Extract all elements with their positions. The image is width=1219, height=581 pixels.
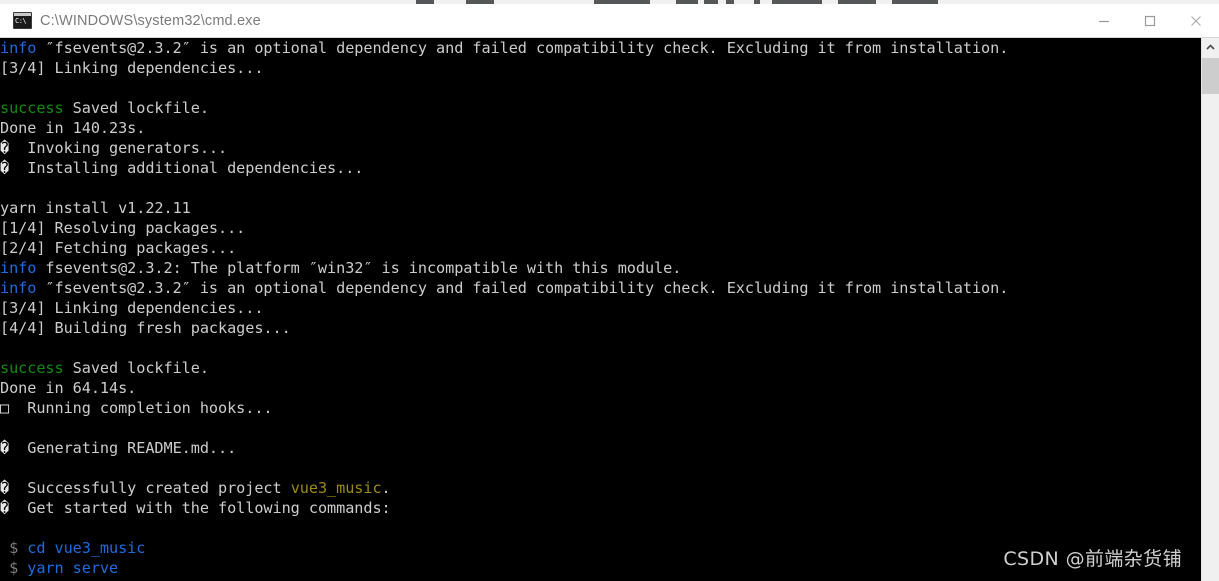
console-text-segment: Running completion hooks... <box>9 399 273 417</box>
csdn-watermark: CSDN @前端杂货铺 <box>1003 548 1182 570</box>
minimize-button[interactable] <box>1081 5 1127 37</box>
vertical-scrollbar[interactable] <box>1201 38 1219 581</box>
console-text-segment: Invoking generators... <box>9 139 228 157</box>
scrollbar-thumb[interactable] <box>1202 58 1219 94</box>
console-text-segment: [4/4] Building fresh packages... <box>0 319 291 337</box>
console-text-segment: $ <box>0 559 28 577</box>
console-text-segment: [1/4] Resolving packages... <box>0 219 246 237</box>
console-lines: info ″fsevents@2.3.2″ is an optional dep… <box>0 38 1008 578</box>
console-text-segment: Installing additional dependencies... <box>9 159 364 177</box>
console-line: � Successfully created project vue3_musi… <box>0 478 1008 498</box>
scroll-up-button[interactable] <box>1202 38 1219 56</box>
console-text-segment: info <box>0 39 37 57</box>
maximize-button[interactable] <box>1127 5 1173 37</box>
console-text-segment: success <box>0 99 64 117</box>
console-text-segment: Saved lockfile. <box>63 359 209 377</box>
console-text-segment: Saved lockfile. <box>63 99 209 117</box>
console-text-segment: � <box>0 439 10 457</box>
console-text-segment: success <box>0 359 64 377</box>
title-bar[interactable]: C:\ C:\WINDOWS\system32\cmd.exe <box>0 4 1219 38</box>
console-text-segment: Done in 64.14s. <box>0 379 137 397</box>
console-line: info ″fsevents@2.3.2″ is an optional dep… <box>0 38 1008 58</box>
console-text-segment: fsevents@2.3.2: The platform ″win32″ is … <box>36 259 682 277</box>
console-text-segment: � <box>0 139 10 157</box>
console-text-segment: ″fsevents@2.3.2″ is an optional dependen… <box>36 39 1009 57</box>
console-text-segment: vue3_music <box>290 479 382 497</box>
console-text-segment: yarn install v1.22.11 <box>0 199 191 217</box>
console-line: $ cd vue3_music <box>0 538 1008 558</box>
console-line: [4/4] Building fresh packages... <box>0 318 1008 338</box>
console-line: [3/4] Linking dependencies... <box>0 58 1008 78</box>
console-text-segment: □ <box>0 399 10 417</box>
console-text-segment: Successfully created project <box>9 479 291 497</box>
console-text-segment: ″fsevents@2.3.2″ is an optional dependen… <box>36 279 1009 297</box>
console-text-segment: � <box>0 499 10 517</box>
console-line: � Generating README.md... <box>0 438 1008 458</box>
console-line: [3/4] Linking dependencies... <box>0 298 1008 318</box>
maximize-icon <box>1144 15 1156 27</box>
console-line: $ yarn serve <box>0 558 1008 578</box>
console-line: � Installing additional dependencies... <box>0 158 1008 178</box>
console-text-segment: [3/4] Linking dependencies... <box>0 299 264 317</box>
console-text-segment: cd vue3_music <box>27 539 146 557</box>
console-text-segment: info <box>0 259 37 277</box>
console-text-segment: yarn serve <box>27 559 119 577</box>
close-button[interactable] <box>1173 5 1219 37</box>
chevron-up-icon <box>1206 38 1215 56</box>
console-text-segment: � <box>0 479 10 497</box>
console-text-segment: Generating README.md... <box>9 439 237 457</box>
console-text-segment: [3/4] Linking dependencies... <box>0 59 264 77</box>
console-line: info fsevents@2.3.2: The platform ″win32… <box>0 258 1008 278</box>
console-output-area[interactable]: info ″fsevents@2.3.2″ is an optional dep… <box>0 38 1202 581</box>
console-line: [2/4] Fetching packages... <box>0 238 1008 258</box>
console-text-segment: Done in 140.23s. <box>0 119 146 137</box>
window-title: C:\WINDOWS\system32\cmd.exe <box>40 12 261 29</box>
cmd-icon[interactable]: C:\ <box>13 12 32 29</box>
console-line: □ Running completion hooks... <box>0 398 1008 418</box>
cmd-icon-text: C:\ <box>15 17 27 25</box>
console-line: � Invoking generators... <box>0 138 1008 158</box>
console-text-segment: . <box>381 479 391 497</box>
console-line: success Saved lockfile. <box>0 98 1008 118</box>
console-text-segment: � <box>0 159 10 177</box>
close-icon <box>1190 15 1202 27</box>
console-text-segment: Get started with the following commands: <box>9 499 391 517</box>
minimize-icon <box>1098 15 1110 27</box>
console-line: success Saved lockfile. <box>0 358 1008 378</box>
console-line: yarn install v1.22.11 <box>0 198 1008 218</box>
console-line: Done in 64.14s. <box>0 378 1008 398</box>
console-line: Done in 140.23s. <box>0 118 1008 138</box>
console-line: � Get started with the following command… <box>0 498 1008 518</box>
console-line: info ″fsevents@2.3.2″ is an optional dep… <box>0 278 1008 298</box>
console-text-segment: $ <box>0 539 28 557</box>
console-line: [1/4] Resolving packages... <box>0 218 1008 238</box>
console-text-segment: info <box>0 279 37 297</box>
console-text-segment: [2/4] Fetching packages... <box>0 239 237 257</box>
cmd-window: C:\ C:\WINDOWS\system32\cmd.exe info ″fs… <box>0 0 1219 581</box>
